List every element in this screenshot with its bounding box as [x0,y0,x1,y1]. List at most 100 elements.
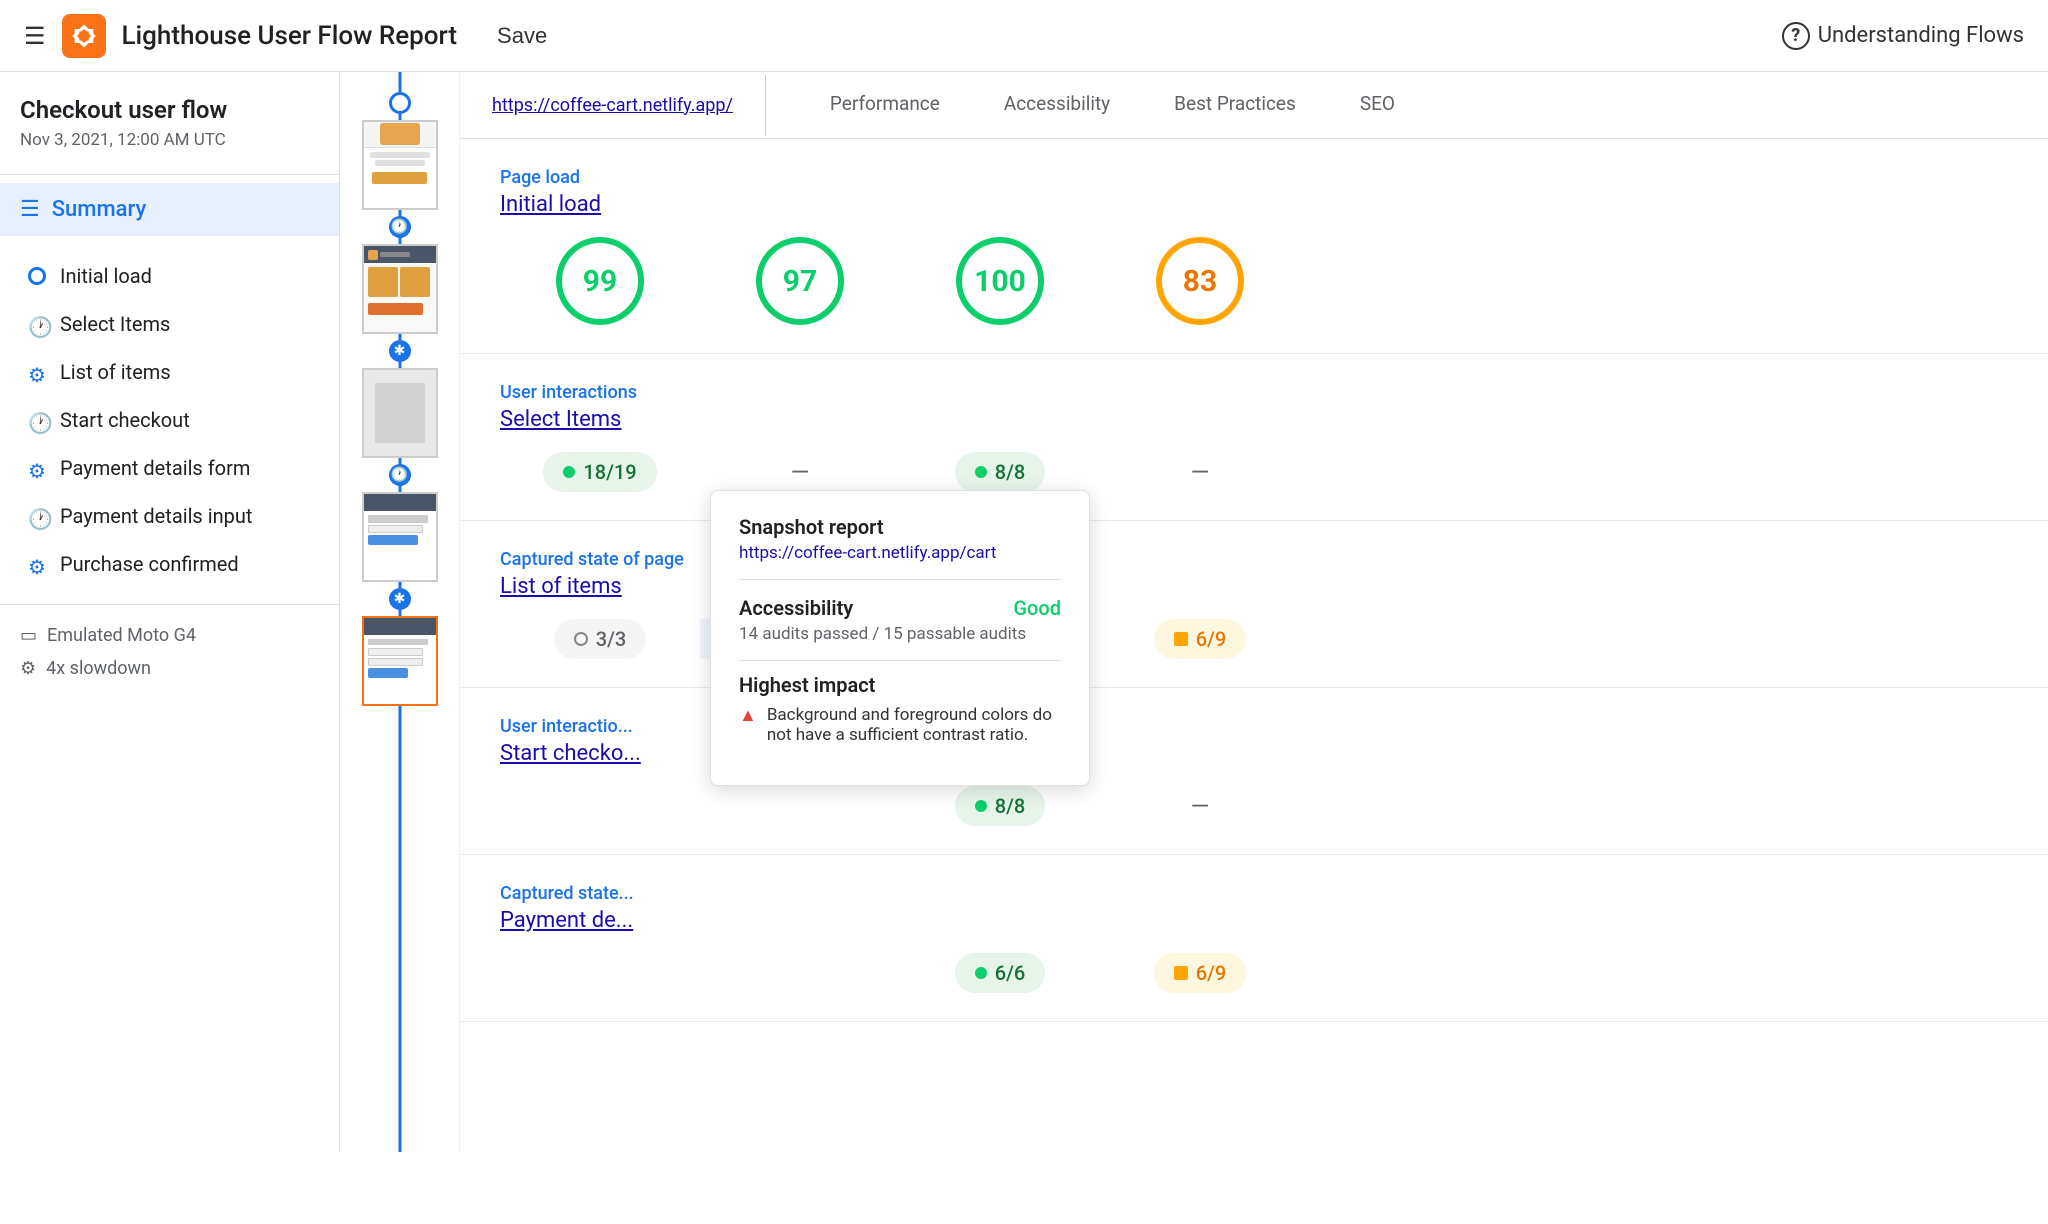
timeline-item-3: ✱ [340,340,459,464]
section-name[interactable]: Select Items [500,407,2008,432]
sidebar-item-payment-details-form[interactable]: ⚙ Payment details form [0,444,339,492]
badge-3-3: 3/3 [554,619,647,659]
section-start-checkout: User interactio... Start checko... 8/8 — [460,688,2048,855]
device-info: ▭ Emulated Moto G4 [20,625,319,646]
scores-row: 6/6 6/9 [500,953,2008,993]
section-list-of-items: Captured state of page List of items 3/3… [460,521,2048,688]
score-circle-97: 97 [756,237,844,325]
timeline-thumbs: 🕐 ✱ [340,92,459,712]
score-best-practices: 8/8 [900,786,1100,826]
menu-icon[interactable]: ☰ [24,22,46,50]
summary-label: Summary [52,197,147,222]
flow-info: Checkout user flow Nov 3, 2021, 12:00 AM… [0,96,339,175]
timeline-item-5: ✱ [340,588,459,712]
clock-node: 🕐 [28,315,46,333]
section-type: User interactions [500,382,2008,403]
section-select-items: User interactions Select Items 18/19 — 8 [460,354,2048,521]
tooltip-highest-impact: Highest impact ▲ Background and foregrou… [739,673,1061,745]
node-initial-load [389,92,411,114]
score-seo: 83 [1100,237,1300,325]
score-best-practices: 100 [900,237,1100,325]
tooltip-url[interactable]: https://coffee-cart.netlify.app/cart [739,543,1061,580]
green-dot [975,967,987,979]
question-icon: ? [1782,22,1810,50]
badge-value: 6/9 [1196,627,1227,651]
score-best-practices: 6/6 [900,953,1100,993]
tab-url[interactable]: https://coffee-cart.netlify.app/ [492,75,766,136]
nav-label: List of items [60,360,171,384]
save-button[interactable]: Save [497,23,547,49]
tooltip-title: Snapshot report [739,515,1061,539]
camera-node: ⚙ [28,363,46,381]
scores-row: 99 97 100 83 [500,237,2008,325]
dash: — [771,458,830,486]
nav-label: Payment details input [60,504,252,528]
slowdown-label: 4x slowdown [46,658,151,679]
nav-label: Payment details form [60,456,250,480]
timeline-item-4: 🕐 [340,464,459,588]
sidebar: Checkout user flow Nov 3, 2021, 12:00 AM… [0,72,340,1152]
flow-title: Checkout user flow [20,96,319,124]
help-label: Understanding Flows [1818,23,2024,48]
green-dot [563,466,575,478]
tab-bar: https://coffee-cart.netlify.app/ Perform… [460,72,2048,139]
badge-value: 8/8 [995,794,1026,818]
help-link[interactable]: ? Understanding Flows [1782,22,2024,50]
tab-accessibility[interactable]: Accessibility [972,72,1142,138]
main-content: 🕐 ✱ [340,72,2048,1152]
tab-seo[interactable]: SEO [1328,72,1427,138]
badge-8-8: 8/8 [955,452,1046,492]
section-header: Page load Initial load [500,167,2008,217]
app-title: Lighthouse User Flow Report [122,21,458,51]
tooltip-impact-label: Highest impact [739,673,1061,697]
timeline-item-2: 🕐 [340,216,459,340]
section-payment-details: Captured state... Payment de... 6/6 6/9 [460,855,2048,1022]
tooltip-impact-text: Background and foreground colors do not … [767,705,1061,745]
section-name[interactable]: Payment de... [500,908,2008,933]
camera-node: ⚙ [28,459,46,477]
sidebar-item-summary[interactable]: ☰ Summary [0,183,339,236]
sidebar-item-list-of-items[interactable]: ⚙ List of items [0,348,339,396]
sidebar-item-purchase-confirmed[interactable]: ⚙ Purchase confirmed [0,540,339,588]
logo-icon [62,14,106,58]
badge-18-19: 18/19 [543,452,656,492]
timeline-item-1 [340,92,459,216]
section-name[interactable]: Initial load [500,192,2008,217]
camera-node: ⚙ [28,555,46,573]
sidebar-item-select-items[interactable]: 🕐 Select Items [0,300,339,348]
dash: — [1171,792,1230,820]
badge-6-9-orange: 6/9 [1154,619,1247,659]
node-select-items: 🕐 [389,216,411,238]
score-performance: 3/3 [500,619,700,659]
tab-performance[interactable]: Performance [798,72,972,138]
thumb-list-items[interactable] [362,368,438,458]
green-dot [975,466,987,478]
thumb-payment-form[interactable] [362,616,438,706]
thumb-start-checkout[interactable] [362,492,438,582]
tab-best-practices[interactable]: Best Practices [1142,72,1328,138]
gray-circle [574,632,588,646]
flow-date: Nov 3, 2021, 12:00 AM UTC [20,130,319,150]
sidebar-item-initial-load[interactable]: Initial load [0,252,339,300]
tooltip-divider [739,660,1061,661]
dash: — [1171,458,1230,486]
score-seo: — [1100,792,1300,820]
score-performance: 99 [500,237,700,325]
list-icon: ☰ [20,197,40,222]
badge-value: 6/6 [995,961,1026,985]
section-header: Captured state... Payment de... [500,883,2008,933]
score-circle-83: 83 [1156,237,1244,325]
scores-row: 18/19 — 8/8 — [500,452,2008,492]
content-area: https://coffee-cart.netlify.app/ Perform… [460,72,2048,1152]
sidebar-item-payment-details-input[interactable]: 🕐 Payment details input [0,492,339,540]
section-type: Captured state... [500,883,2008,904]
thumb-initial-load[interactable] [362,120,438,210]
thumb-select-items[interactable] [362,244,438,334]
slowdown-icon: ⚙ [20,658,36,679]
badge-6-9-orange-2: 6/9 [1154,953,1247,993]
tooltip-accessibility-sub: 14 audits passed / 15 passable audits [739,624,1061,644]
sidebar-item-start-checkout[interactable]: 🕐 Start checkout [0,396,339,444]
scores-row: 8/8 — [500,786,2008,826]
tooltip-accessibility-value: Good [1013,596,1061,620]
node-list-items: ✱ [389,340,411,362]
